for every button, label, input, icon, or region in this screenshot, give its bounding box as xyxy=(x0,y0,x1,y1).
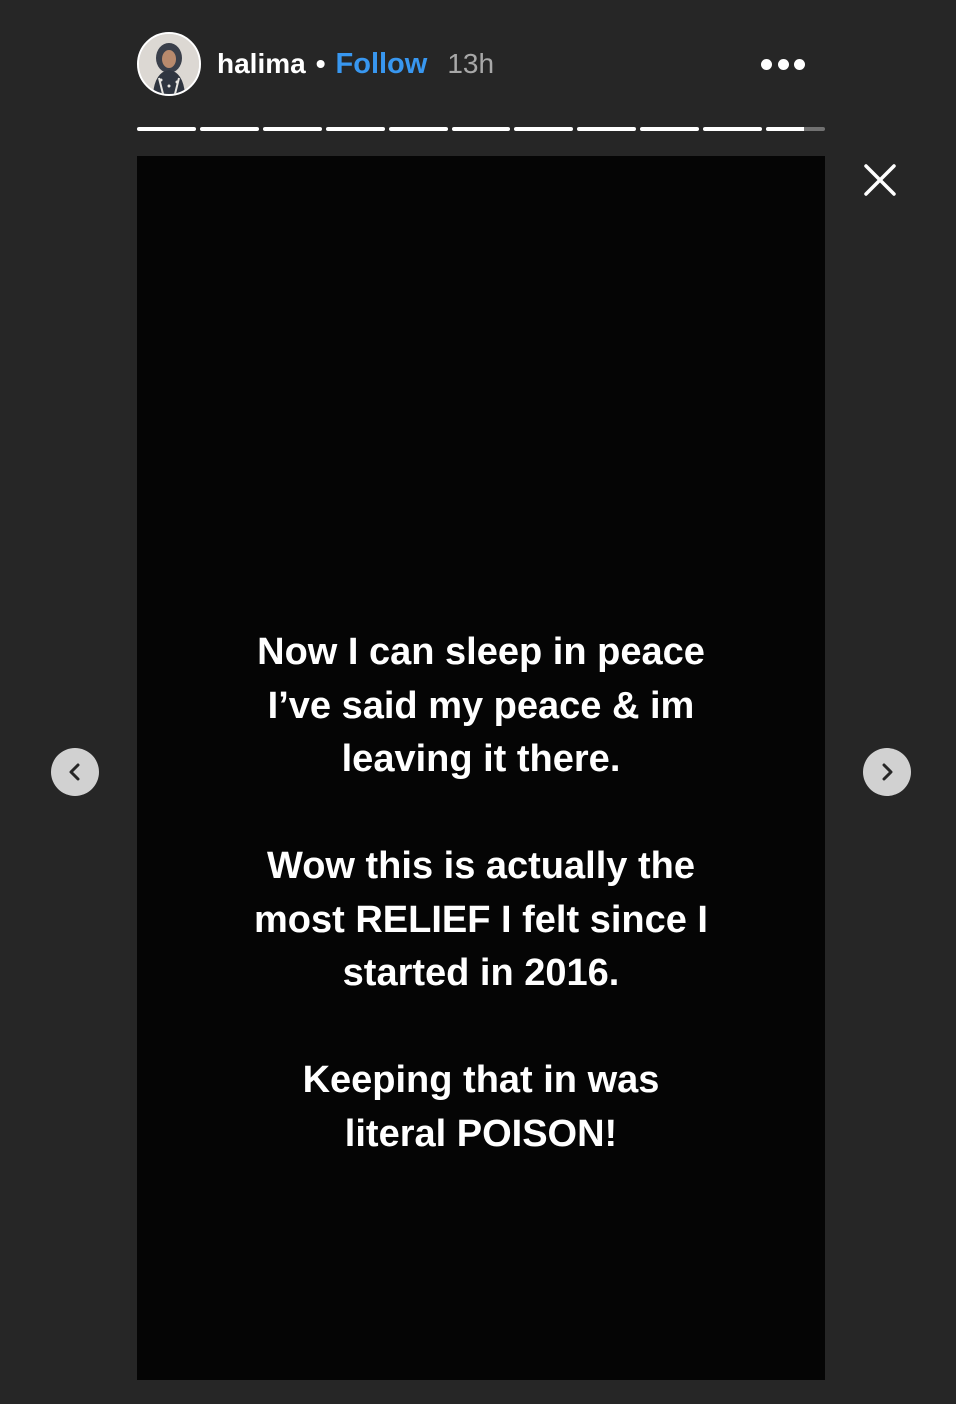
story-text: Now I can sleep in peace I’ve said my pe… xyxy=(137,626,825,1215)
progress-segment-fill xyxy=(451,127,511,131)
more-options-button[interactable] xyxy=(761,50,805,78)
progress-segment xyxy=(388,127,448,131)
progress-segment xyxy=(640,127,700,131)
story-content[interactable]: Now I can sleep in peace I’ve said my pe… xyxy=(137,156,825,1380)
progress-segment-fill xyxy=(577,127,637,131)
progress-segment-fill xyxy=(766,127,805,131)
story-progress-bar xyxy=(137,127,825,131)
more-horizontal-icon-dot xyxy=(761,58,772,70)
progress-segment xyxy=(577,127,637,131)
separator-dot: • xyxy=(315,48,326,79)
next-story-button[interactable] xyxy=(863,748,911,796)
progress-segment-fill xyxy=(703,127,763,131)
more-horizontal-icon-dot xyxy=(777,58,789,70)
story-meta: halima • Follow 13h xyxy=(217,32,494,96)
story-header: halima • Follow 13h xyxy=(137,32,825,96)
progress-segment xyxy=(137,127,196,131)
previous-story-button[interactable] xyxy=(51,748,99,796)
progress-segment-fill xyxy=(137,127,196,131)
close-icon xyxy=(864,164,896,196)
follow-button[interactable]: Follow xyxy=(336,48,428,81)
time-ago: 13h xyxy=(447,48,495,79)
more-horizontal-icon-dot xyxy=(794,58,805,70)
progress-segment-fill xyxy=(199,127,259,131)
progress-segment xyxy=(766,127,825,131)
progress-segment-fill xyxy=(262,127,322,131)
progress-segment xyxy=(703,127,763,131)
username[interactable]: halima xyxy=(217,48,306,80)
progress-segment xyxy=(262,127,322,131)
story-paragraph: Wow this is actually the most RELIEF I f… xyxy=(254,845,708,994)
chevron-left-icon xyxy=(69,763,80,781)
avatar-image xyxy=(139,34,199,94)
story-paragraph: Now I can sleep in peace I’ve said my pe… xyxy=(257,631,705,780)
progress-segment xyxy=(325,127,385,131)
chevron-right-icon xyxy=(882,763,893,781)
progress-segment-fill xyxy=(514,127,574,131)
progress-segment-fill xyxy=(388,127,448,131)
progress-segment-fill xyxy=(640,127,700,131)
progress-segment xyxy=(451,127,511,131)
close-button[interactable] xyxy=(860,160,900,200)
progress-segment-fill xyxy=(325,127,385,131)
story-paragraph: Keeping that in was literal POISON! xyxy=(302,1059,660,1155)
avatar[interactable] xyxy=(137,32,201,96)
progress-segment xyxy=(514,127,574,131)
progress-segment xyxy=(199,127,259,131)
